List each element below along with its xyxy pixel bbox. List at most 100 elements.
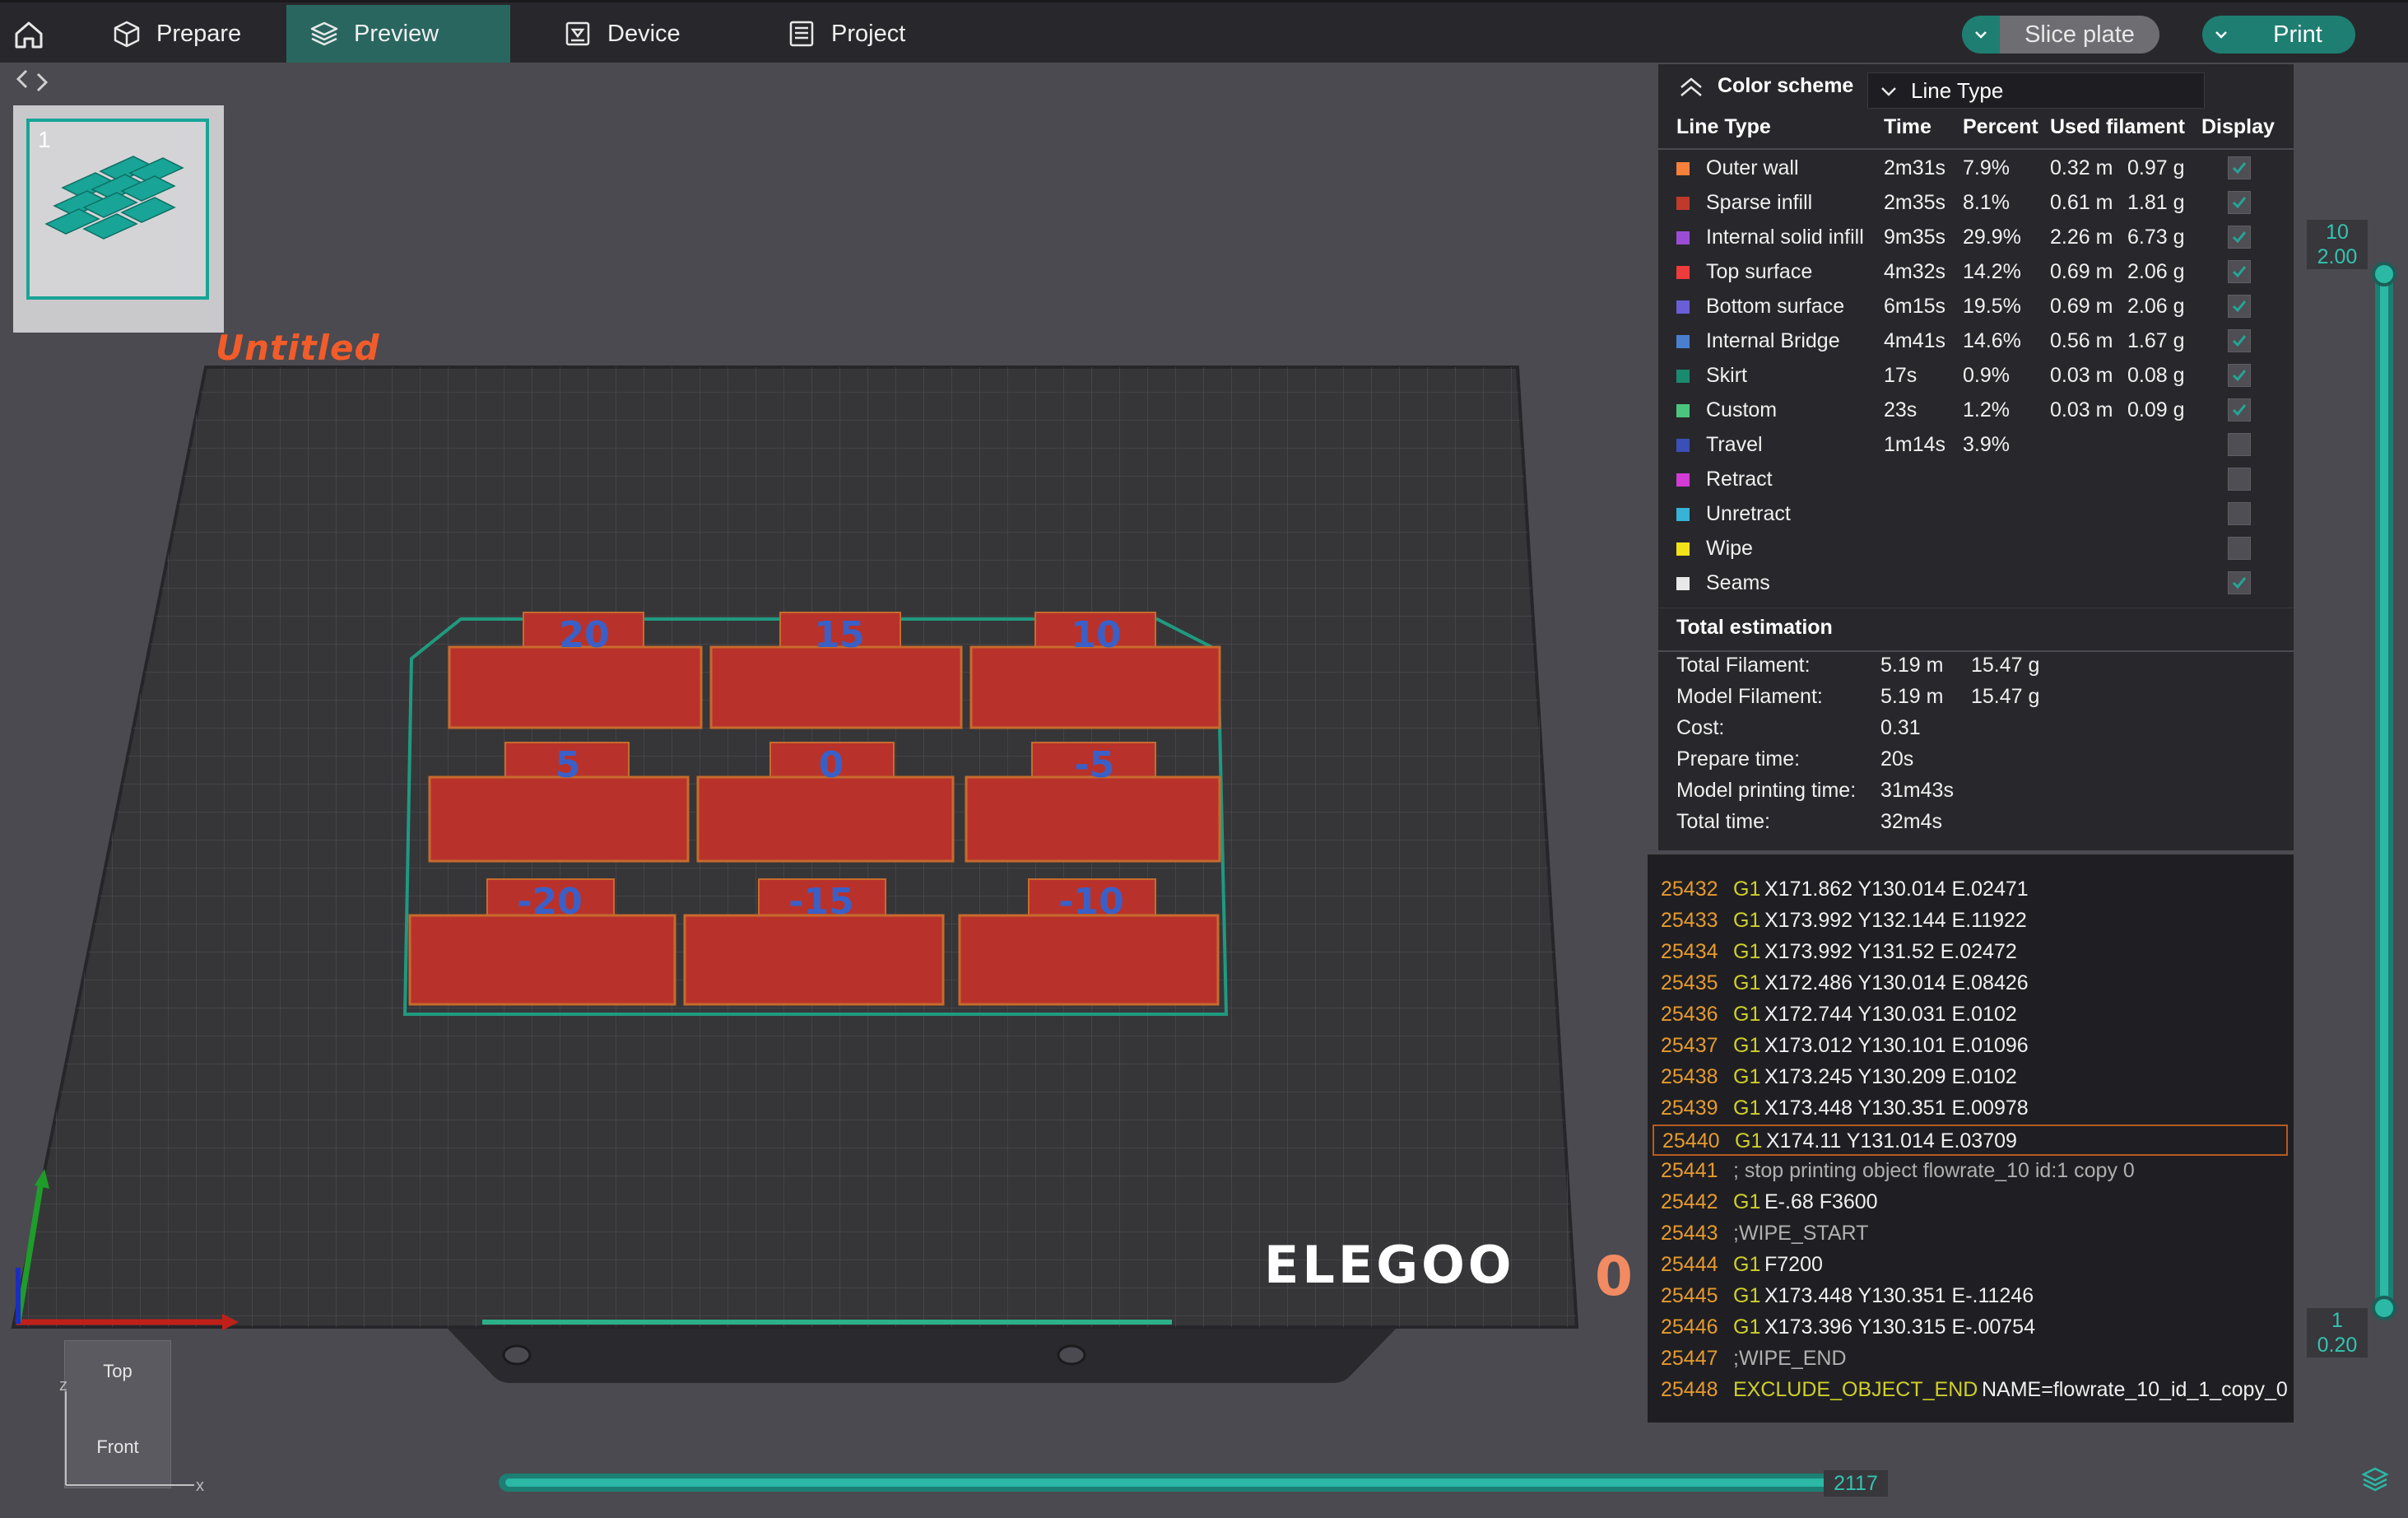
gcode-line[interactable]: 25439 G1 X173.448 Y130.351 E.00978: [1648, 1093, 2294, 1125]
gcode-line[interactable]: 25447 ;WIPE_END: [1648, 1343, 2294, 1375]
legend-length: 0.56 m: [2050, 329, 2113, 352]
legend-row[interactable]: Wipe: [1658, 532, 2294, 566]
legend-row[interactable]: Seams: [1658, 566, 2294, 601]
display-checkbox[interactable]: [2228, 295, 2251, 318]
gcode-line-number: 25438: [1661, 1065, 1718, 1088]
display-checkbox[interactable]: [2228, 537, 2251, 560]
gcode-line[interactable]: 25436 G1 X172.744 Y130.031 E.0102: [1648, 999, 2294, 1031]
layer-slider-top-handle[interactable]: [2372, 262, 2396, 286]
gcode-command: G1: [1733, 940, 1761, 963]
legend-swatch: [1676, 162, 1690, 175]
legend-row[interactable]: Top surface 4m32s 14.2% 0.69 m 2.06 g: [1658, 255, 2294, 290]
display-checkbox[interactable]: [2228, 433, 2251, 456]
total-row: Model printing time: 31m43s: [1658, 779, 2294, 810]
part-label-5: 5: [556, 744, 581, 786]
legend-swatch: [1676, 542, 1690, 556]
gcode-line[interactable]: 25442 G1 E-.68 F3600: [1648, 1187, 2294, 1218]
gcode-command: G1: [1733, 1190, 1761, 1213]
legend-row[interactable]: Skirt 17s 0.9% 0.03 m 0.08 g: [1658, 359, 2294, 393]
display-checkbox[interactable]: [2228, 329, 2251, 352]
total-row: Total Filament: 5.19 m 15.47 g: [1658, 654, 2294, 685]
gcode-line[interactable]: 25448 EXCLUDE_OBJECT_END NAME=flowrate_10_…: [1648, 1375, 2294, 1406]
check-icon: [2232, 404, 2247, 417]
layer-slider-bottom-handle[interactable]: [2372, 1296, 2396, 1320]
gcode-line-number: 25447: [1661, 1347, 1718, 1370]
legend-row[interactable]: Custom 23s 1.2% 0.03 m 0.09 g: [1658, 393, 2294, 428]
check-icon: [2232, 300, 2247, 313]
legend-name: Internal solid infill: [1706, 226, 1864, 249]
total-v2: 15.47 g: [1971, 685, 2040, 708]
display-checkbox[interactable]: [2228, 156, 2251, 179]
total-v1: 31m43s: [1880, 779, 1954, 802]
gcode-line-current[interactable]: 25440 G1 X174.11 Y131.014 E.03709: [1653, 1125, 2288, 1156]
display-checkbox[interactable]: [2228, 226, 2251, 249]
display-checkbox[interactable]: [2228, 364, 2251, 387]
elegoo-bed-logo: ELEGOO: [1264, 1235, 1515, 1295]
legend-swatch: [1676, 577, 1690, 590]
gcode-comment: ;WIPE_START: [1733, 1222, 1869, 1245]
display-checkbox[interactable]: [2228, 468, 2251, 491]
legend-percent: 14.2%: [1963, 260, 2021, 283]
view-cube-top[interactable]: Top: [65, 1361, 170, 1382]
display-checkbox[interactable]: [2228, 398, 2251, 421]
col-line-type: Line Type: [1676, 115, 1771, 138]
display-checkbox[interactable]: [2228, 571, 2251, 594]
gcode-line[interactable]: 25443 ;WIPE_START: [1648, 1218, 2294, 1250]
gcode-line[interactable]: 25445 G1 X173.448 Y130.351 E-.11246: [1648, 1281, 2294, 1312]
gcode-comment: ;WIPE_END: [1733, 1347, 1847, 1370]
col-used-filament: Used filament: [2050, 115, 2185, 138]
display-checkbox[interactable]: [2228, 260, 2251, 283]
gcode-line[interactable]: 25432 G1 X171.862 Y130.014 E.02471: [1648, 874, 2294, 906]
part-label-minus10: -10: [1058, 881, 1124, 923]
color-scheme-dropdown[interactable]: Line Type: [1867, 72, 2205, 109]
layer-slider-track[interactable]: [2375, 268, 2393, 1307]
total-label: Total Filament:: [1676, 654, 1811, 677]
gcode-line[interactable]: 25438 G1 X173.245 Y130.209 E.0102: [1648, 1062, 2294, 1093]
legend-name: Wipe: [1706, 537, 1753, 560]
gcode-line[interactable]: 25437 G1 X173.012 Y130.101 E.01096: [1648, 1031, 2294, 1062]
legend-length: 0.61 m: [2050, 191, 2113, 214]
check-icon: [2232, 197, 2247, 209]
gcode-command: G1: [1733, 1284, 1761, 1307]
gcode-line-number: 25436: [1661, 1003, 1718, 1026]
check-icon: [2232, 266, 2247, 278]
gcode-command: G1: [1733, 1253, 1761, 1276]
legend-row[interactable]: Internal Bridge 4m41s 14.6% 0.56 m 1.67 g: [1658, 324, 2294, 359]
part-label-minus5: -5: [1075, 744, 1115, 786]
legend-weight: 2.06 g: [2127, 295, 2185, 318]
legend-percent: 14.6%: [1963, 329, 2021, 352]
part-label-0: 0: [819, 744, 844, 786]
legend-row[interactable]: Sparse infill 2m35s 8.1% 0.61 m 1.81 g: [1658, 186, 2294, 221]
view-cube-axis-lines: [65, 1391, 194, 1486]
layers-toggle-icon[interactable]: [2360, 1465, 2390, 1495]
gcode-viewer[interactable]: 25432 G1 X171.862 Y130.014 E.02471 25433 G1 X…: [1648, 854, 2294, 1423]
legend-time: 6m15s: [1884, 295, 1946, 318]
gcode-line[interactable]: 25441 ; stop printing object flowrate_10 …: [1648, 1156, 2294, 1187]
gcode-line[interactable]: 25435 G1 X172.486 Y130.014 E.08426: [1648, 968, 2294, 999]
display-checkbox[interactable]: [2228, 191, 2251, 214]
move-slider-track[interactable]: [499, 1474, 1857, 1492]
gcode-command: G1: [1735, 1129, 1763, 1152]
gcode-line[interactable]: 25433 G1 X173.992 Y132.144 E.11922: [1648, 906, 2294, 937]
legend-row[interactable]: Travel 1m14s 3.9%: [1658, 428, 2294, 463]
layer-slider-bottom-label: 1 0.20: [2306, 1307, 2368, 1358]
collapse-up-icon[interactable]: [1678, 76, 1704, 99]
total-estimation-title: Total estimation: [1676, 616, 1833, 639]
legend-swatch: [1676, 508, 1690, 521]
total-label: Model printing time:: [1676, 779, 1857, 802]
gcode-line[interactable]: 25434 G1 X173.992 Y131.52 E.02472: [1648, 937, 2294, 968]
gcode-line[interactable]: 25446 G1 X173.396 Y130.315 E-.00754: [1648, 1312, 2294, 1343]
legend-row[interactable]: Internal solid infill 9m35s 29.9% 2.26 m 6.7…: [1658, 221, 2294, 255]
total-v2: 15.47 g: [1971, 654, 2040, 677]
display-checkbox[interactable]: [2228, 502, 2251, 525]
legend-row[interactable]: Bottom surface 6m15s 19.5% 0.69 m 2.06 g: [1658, 290, 2294, 324]
legend-row[interactable]: Retract: [1658, 463, 2294, 497]
color-scheme-header[interactable]: Color scheme Line Type: [1658, 64, 2294, 110]
legend-row[interactable]: Outer wall 2m31s 7.9% 0.32 m 0.97 g: [1658, 151, 2294, 186]
bed-hole-right: [1057, 1344, 1086, 1366]
gcode-line[interactable]: 25444 G1 F7200: [1648, 1250, 2294, 1281]
legend-row[interactable]: Unretract: [1658, 497, 2294, 532]
color-scheme-value: Line Type: [1911, 77, 2004, 103]
legend-swatch: [1676, 439, 1690, 452]
gcode-arguments: X173.396 Y130.315 E-.00754: [1764, 1315, 2035, 1339]
